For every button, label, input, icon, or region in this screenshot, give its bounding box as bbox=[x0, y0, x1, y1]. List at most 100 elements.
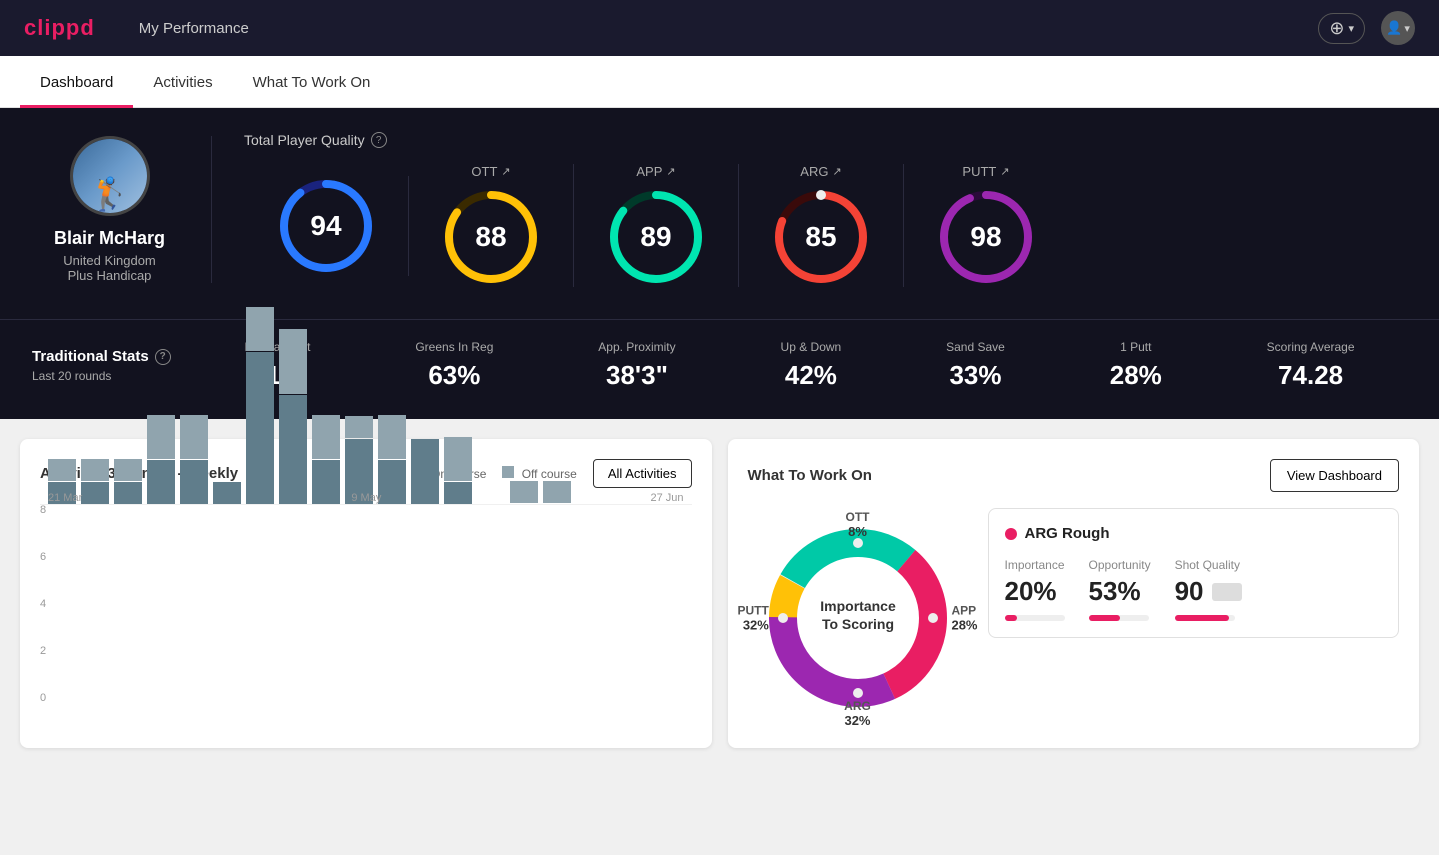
stat-updown: Up & Down 42% bbox=[781, 340, 842, 391]
metric-card-app: APP ↗ 89 bbox=[574, 164, 739, 287]
donut-label-app: APP 28% bbox=[951, 604, 977, 633]
trad-stats-title: Traditional Stats ? bbox=[32, 348, 192, 365]
bar-group-3 bbox=[147, 415, 175, 504]
info-metric-shotquality-row: 90 bbox=[1175, 576, 1242, 607]
bar-off-10 bbox=[378, 415, 406, 459]
y-label-2: 2 bbox=[40, 645, 46, 657]
info-dot bbox=[1005, 528, 1017, 540]
ring-arg-dot bbox=[816, 190, 826, 200]
avatar-chevron-icon: ▾ bbox=[1404, 22, 1410, 35]
stat-sandsave-label: Sand Save bbox=[946, 340, 1005, 354]
x-label-may: 9 May bbox=[351, 492, 381, 504]
donut-dot-left bbox=[778, 613, 788, 623]
donut-center-line1: Importance bbox=[820, 598, 896, 614]
ring-tpq: 94 bbox=[276, 176, 376, 276]
bar-off-4 bbox=[180, 415, 208, 459]
ott-arrow-icon: ↗ bbox=[501, 165, 510, 178]
total-quality-label: Total Player Quality ? bbox=[244, 132, 1407, 148]
metric-label-arg: ARG ↗ bbox=[800, 164, 841, 179]
add-button[interactable]: ⊕ ▾ bbox=[1318, 13, 1365, 44]
x-label-jun: 27 Jun bbox=[650, 492, 683, 504]
tabs: Dashboard Activities What To Work On bbox=[0, 56, 1439, 108]
info-metric-opportunity-bar bbox=[1089, 615, 1149, 621]
hero-section: 🏌️ Blair McHarg United Kingdom Plus Hand… bbox=[0, 108, 1439, 319]
donut-dot-bottom bbox=[853, 688, 863, 698]
all-activities-button[interactable]: All Activities bbox=[593, 459, 692, 488]
y-label-0: 0 bbox=[40, 692, 46, 704]
metrics-section: Total Player Quality ? 94 OTT ↗ bbox=[212, 132, 1407, 287]
y-label-6: 6 bbox=[40, 551, 46, 563]
chart-x-labels: 21 Mar 9 May 27 Jun bbox=[48, 492, 684, 504]
legend-off-course: Off course bbox=[502, 466, 576, 481]
stat-updown-label: Up & Down bbox=[781, 340, 842, 354]
bar-group-6 bbox=[246, 307, 274, 504]
info-metric-importance: Importance 20% bbox=[1005, 558, 1065, 621]
metric-card-ott: OTT ↗ 88 bbox=[409, 164, 574, 287]
bottom-panels: Activity - 3 Months - Weekly On course O… bbox=[0, 419, 1439, 768]
activity-chart-panel: Activity - 3 Months - Weekly On course O… bbox=[20, 439, 712, 748]
bar-off-7 bbox=[279, 329, 307, 394]
trad-stats-help-icon[interactable]: ? bbox=[155, 349, 171, 365]
stat-greens-label: Greens In Reg bbox=[415, 340, 493, 354]
metric-card-putt: PUTT ↗ 98 bbox=[904, 164, 1068, 287]
y-label-4: 4 bbox=[40, 598, 46, 610]
arg-arrow-icon: ↗ bbox=[832, 165, 841, 178]
view-dashboard-button[interactable]: View Dashboard bbox=[1270, 459, 1399, 492]
trad-stats: Traditional Stats ? Last 20 rounds Fairw… bbox=[0, 319, 1439, 419]
bar-group-8 bbox=[312, 415, 340, 504]
total-quality-help-icon[interactable]: ? bbox=[371, 132, 387, 148]
ring-putt: 98 bbox=[936, 187, 1036, 287]
ring-tpq-value: 94 bbox=[310, 210, 341, 242]
metric-label-app: APP ↗ bbox=[636, 164, 675, 179]
ring-arg-value: 85 bbox=[805, 221, 836, 253]
tab-activities[interactable]: Activities bbox=[133, 56, 232, 108]
info-metric-shotquality: Shot Quality 90 bbox=[1175, 558, 1242, 621]
stat-oneputt-label: 1 Putt bbox=[1120, 340, 1151, 354]
avatar-image: 🏌️ bbox=[73, 139, 147, 213]
stat-oneputt: 1 Putt 28% bbox=[1110, 340, 1162, 391]
bar-group-9 bbox=[345, 416, 373, 504]
stat-oneputt-value: 28% bbox=[1110, 360, 1162, 391]
player-handicap: Plus Handicap bbox=[68, 268, 152, 283]
plus-icon: ⊕ bbox=[1329, 18, 1344, 39]
ring-putt-value: 98 bbox=[970, 221, 1001, 253]
ring-ott: 88 bbox=[441, 187, 541, 287]
donut-chart: Importance To Scoring OTT 8% APP 28% ARG… bbox=[748, 508, 968, 728]
tab-dashboard[interactable]: Dashboard bbox=[20, 56, 133, 108]
info-metric-opportunity-bar-fill bbox=[1089, 615, 1121, 621]
info-metric-shotquality-bar bbox=[1175, 615, 1235, 621]
player-country: United Kingdom bbox=[63, 253, 156, 268]
player-avatar: 🏌️ bbox=[70, 136, 150, 216]
add-chevron-icon: ▾ bbox=[1348, 22, 1354, 35]
bar-group-10 bbox=[378, 415, 406, 504]
tab-what-to-work-on[interactable]: What To Work On bbox=[233, 56, 391, 108]
header: clippd My Performance ⊕ ▾ 👤 ▾ bbox=[0, 0, 1439, 56]
avatar[interactable]: 👤 ▾ bbox=[1381, 11, 1415, 45]
donut-label-arg: ARG 32% bbox=[844, 699, 871, 728]
info-metric-shotquality-bar-fill bbox=[1175, 615, 1229, 621]
ring-app-value: 89 bbox=[640, 221, 671, 253]
stat-proximity-label: App. Proximity bbox=[598, 340, 675, 354]
bar-group-4 bbox=[180, 415, 208, 504]
grid-line-2 bbox=[41, 504, 692, 505]
player-info: 🏌️ Blair McHarg United Kingdom Plus Hand… bbox=[32, 136, 212, 283]
putt-arrow-icon: ↗ bbox=[1000, 165, 1009, 178]
bar-off-8 bbox=[312, 415, 340, 459]
stat-scoring-label: Scoring Average bbox=[1267, 340, 1355, 354]
info-metric-opportunity-value: 53% bbox=[1089, 576, 1151, 607]
info-metric-shotquality-label: Shot Quality bbox=[1175, 558, 1242, 572]
info-metric-shotquality-value: 90 bbox=[1175, 576, 1204, 607]
donut-label-ott: OTT 8% bbox=[846, 510, 870, 539]
metric-label-putt: PUTT ↗ bbox=[962, 164, 1009, 179]
metric-card-tpq: 94 bbox=[244, 176, 409, 276]
metric-cards: 94 OTT ↗ 88 AP bbox=[244, 164, 1407, 287]
bar-on-6 bbox=[246, 352, 274, 504]
info-card-title: ARG Rough bbox=[1005, 525, 1383, 542]
legend-off-course-dot bbox=[502, 466, 514, 478]
logo: clippd bbox=[24, 15, 95, 41]
stat-items: Fairways Hit 51% Greens In Reg 63% App. … bbox=[192, 340, 1407, 391]
wtwo-header: What To Work On View Dashboard bbox=[748, 459, 1400, 492]
what-to-work-on-panel: What To Work On View Dashboard bbox=[728, 439, 1420, 748]
bar-off-1 bbox=[81, 459, 109, 481]
header-right: ⊕ ▾ 👤 ▾ bbox=[1318, 11, 1415, 45]
